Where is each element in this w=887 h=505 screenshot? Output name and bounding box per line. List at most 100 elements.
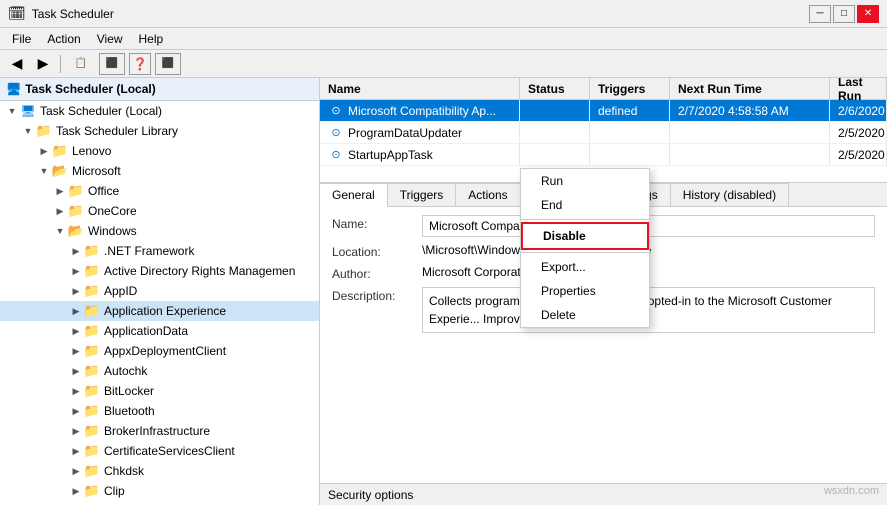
col-lastrun-header[interactable]: Last Run <box>830 78 887 99</box>
show-hide-button[interactable]: 📋 <box>67 53 95 75</box>
toggle-root[interactable]: ▼ <box>4 103 20 119</box>
appid-label: AppID <box>104 284 137 298</box>
toggle-windows[interactable]: ▼ <box>52 223 68 239</box>
tab-general[interactable]: General <box>320 183 388 207</box>
clip-label: Clip <box>104 484 125 498</box>
menu-view[interactable]: View <box>89 30 131 48</box>
office-folder-icon: 📁 <box>68 183 84 199</box>
maximize-button[interactable]: □ <box>833 5 855 23</box>
tree-item-brokerinf[interactable]: ▶ 📁 BrokerInfrastructure <box>0 421 319 441</box>
tab-triggers[interactable]: Triggers <box>388 183 457 206</box>
ctx-run[interactable]: Run <box>521 169 649 193</box>
col-nextrun-header[interactable]: Next Run Time <box>670 78 830 99</box>
title-bar: 🗓 Task Scheduler ─ □ ✕ <box>0 0 887 28</box>
library-folder-icon: 📁 <box>36 123 52 139</box>
tree-item-bluetooth[interactable]: ▶ 📁 Bluetooth <box>0 401 319 421</box>
toggle-lenovo[interactable]: ▶ <box>36 143 52 159</box>
tree-item-windows[interactable]: ▼ 📂 Windows <box>0 221 319 241</box>
ctx-properties[interactable]: Properties <box>521 279 649 303</box>
toggle-chkdsk[interactable]: ▶ <box>68 463 84 479</box>
toggle-microsoft[interactable]: ▼ <box>36 163 52 179</box>
minimize-button[interactable]: ─ <box>809 5 831 23</box>
ctx-end[interactable]: End <box>521 193 649 217</box>
toggle-appid[interactable]: ▶ <box>68 283 84 299</box>
tree-item-cloudexp[interactable]: ▶ 📁 CloudExperienceHost <box>0 501 319 505</box>
col-status-header[interactable]: Status <box>520 78 590 99</box>
tree-item-netfw[interactable]: ▶ 📁 .NET Framework <box>0 241 319 261</box>
properties-button[interactable]: ⬛ <box>99 53 125 75</box>
table-row[interactable]: ⊙ ProgramDataUpdater 2/5/2020 <box>320 122 887 144</box>
tree-header: 🖥 Task Scheduler (Local) <box>0 78 319 101</box>
tree-item-bitlocker[interactable]: ▶ 📁 BitLocker <box>0 381 319 401</box>
tree-item-appid[interactable]: ▶ 📁 AppID <box>0 281 319 301</box>
app-icon: 🗓 <box>8 5 26 22</box>
tree-item-clip[interactable]: ▶ 📁 Clip <box>0 481 319 501</box>
toolbar: ◀ ▶ 📋 ⬛ ❓ ⬛ <box>0 50 887 78</box>
col-name-header[interactable]: Name <box>320 78 520 99</box>
tree-item-microsoft[interactable]: ▼ 📂 Microsoft <box>0 161 319 181</box>
row1-status <box>520 100 590 121</box>
tree-item-root[interactable]: ▼ 🖥 Task Scheduler (Local) <box>0 101 319 121</box>
row1-task-icon: ⊙ <box>328 103 344 119</box>
toggle-adirm[interactable]: ▶ <box>68 263 84 279</box>
toggle-appdata[interactable]: ▶ <box>68 323 84 339</box>
lenovo-label: Lenovo <box>72 144 111 158</box>
forward-button[interactable]: ▶ <box>32 53 54 75</box>
tree-item-lenovo[interactable]: ▶ 📁 Lenovo <box>0 141 319 161</box>
table-row[interactable]: ⊙ Microsoft Compatibility Ap... defined … <box>320 100 887 122</box>
toggle-autochk[interactable]: ▶ <box>68 363 84 379</box>
menu-help[interactable]: Help <box>131 30 172 48</box>
tree-item-certsvcs[interactable]: ▶ 📁 CertificateServicesClient <box>0 441 319 461</box>
menu-bar: File Action View Help <box>0 28 887 50</box>
toggle-onecore[interactable]: ▶ <box>52 203 68 219</box>
toggle-appxdep[interactable]: ▶ <box>68 343 84 359</box>
toggle-bluetooth[interactable]: ▶ <box>68 403 84 419</box>
tab-history[interactable]: History (disabled) <box>671 183 789 206</box>
toggle-certsvcs[interactable]: ▶ <box>68 443 84 459</box>
tree-item-autochk[interactable]: ▶ 📁 Autochk <box>0 361 319 381</box>
col-triggers-header[interactable]: Triggers <box>590 78 670 99</box>
bluetooth-folder-icon: 📁 <box>84 403 100 419</box>
toggle-clip[interactable]: ▶ <box>68 483 84 499</box>
chkdsk-label: Chkdsk <box>104 464 144 478</box>
tree-header-label: Task Scheduler (Local) <box>25 82 155 96</box>
toggle-library[interactable]: ▼ <box>20 123 36 139</box>
menu-action[interactable]: Action <box>39 30 88 48</box>
toggle-netfw[interactable]: ▶ <box>68 243 84 259</box>
row2-lastrun: 2/5/2020 <box>830 122 887 143</box>
toggle-appexp[interactable]: ▶ <box>68 303 84 319</box>
ctx-export[interactable]: Export... <box>521 255 649 279</box>
extra-button[interactable]: ⬛ <box>155 53 181 75</box>
tab-actions[interactable]: Actions <box>456 183 520 206</box>
tree-item-adirm[interactable]: ▶ 📁 Active Directory Rights Managemen <box>0 261 319 281</box>
row1-nextrun: 2/7/2020 4:58:58 AM <box>670 100 830 121</box>
tree-item-office[interactable]: ▶ 📁 Office <box>0 181 319 201</box>
tree-item-appexp[interactable]: ▶ 📁 Application Experience <box>0 301 319 321</box>
tree-panel: 🖥 Task Scheduler (Local) ▼ 🖥 Task Schedu… <box>0 78 320 505</box>
ctx-disable[interactable]: Disable <box>521 222 649 250</box>
tree-item-appdata[interactable]: ▶ 📁 ApplicationData <box>0 321 319 341</box>
bitlocker-folder-icon: 📁 <box>84 383 100 399</box>
table-header: Name Status Triggers Next Run Time Last … <box>320 78 887 100</box>
row1-lastrun: 2/6/2020 <box>830 100 887 121</box>
tree-item-onecore[interactable]: ▶ 📁 OneCore <box>0 201 319 221</box>
menu-file[interactable]: File <box>4 30 39 48</box>
row3-lastrun: 2/5/2020 <box>830 144 887 165</box>
toggle-bitlocker[interactable]: ▶ <box>68 383 84 399</box>
ctx-delete[interactable]: Delete <box>521 303 649 327</box>
tree-item-chkdsk[interactable]: ▶ 📁 Chkdsk <box>0 461 319 481</box>
certsvcs-label: CertificateServicesClient <box>104 444 235 458</box>
adirm-label: Active Directory Rights Managemen <box>104 264 295 278</box>
close-button[interactable]: ✕ <box>857 5 879 23</box>
row2-nextrun <box>670 122 830 143</box>
bitlocker-label: BitLocker <box>104 384 154 398</box>
tree-item-library[interactable]: ▼ 📁 Task Scheduler Library <box>0 121 319 141</box>
tree-header-icon: 🖥 <box>6 82 21 96</box>
table-row[interactable]: ⊙ StartupAppTask 2/5/2020 <box>320 144 887 166</box>
toggle-brokerinf[interactable]: ▶ <box>68 423 84 439</box>
help-button[interactable]: ❓ <box>129 53 151 75</box>
row3-task-icon: ⊙ <box>328 147 344 163</box>
toggle-office[interactable]: ▶ <box>52 183 68 199</box>
back-button[interactable]: ◀ <box>6 53 28 75</box>
tree-item-appxdep[interactable]: ▶ 📁 AppxDeploymentClient <box>0 341 319 361</box>
